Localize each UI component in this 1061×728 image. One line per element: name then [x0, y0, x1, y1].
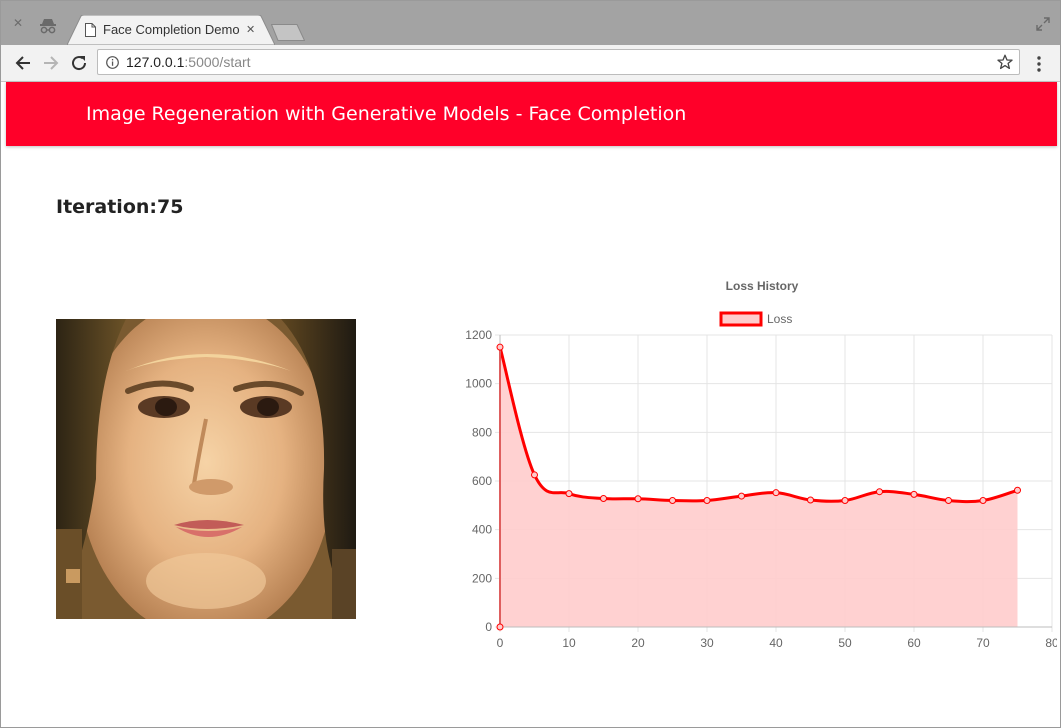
iteration-value: 75 — [157, 196, 184, 218]
forward-icon[interactable] — [41, 53, 61, 73]
loss-data-point — [669, 496, 676, 504]
loss-data-point — [1014, 486, 1021, 494]
x-tick-label: 10 — [562, 636, 576, 650]
loss-data-point — [876, 488, 883, 496]
title-bar: ✕ Face Completion Demo ✕ — [1, 1, 1060, 45]
url-host: 127.0.0.1 — [126, 54, 185, 70]
loss-history-chart: 01020304050607080020040060080010001200Lo… — [465, 279, 1057, 650]
iteration-counter: Iteration:75 — [56, 196, 183, 218]
url-text[interactable]: 127.0.0.1:5000/start — [126, 54, 251, 70]
y-tick-label: 200 — [472, 571, 492, 585]
loss-data-point — [945, 496, 952, 504]
new-tab-button[interactable] — [271, 24, 305, 41]
loss-data-point — [703, 496, 711, 504]
x-tick-label: 30 — [700, 636, 714, 650]
tab-face-completion[interactable]: Face Completion Demo ✕ — [67, 15, 275, 45]
page-content: Image Regeneration with Generative Model… — [6, 82, 1057, 726]
menu-icon[interactable] — [1034, 55, 1044, 73]
x-tick-label: 50 — [838, 636, 852, 650]
browser-toolbar: 127.0.0.1:5000/start — [1, 45, 1060, 82]
tab-title: Face Completion Demo — [103, 22, 240, 37]
y-tick-label: 1200 — [465, 328, 492, 342]
reload-icon[interactable] — [69, 53, 89, 73]
loss-area-fill — [500, 347, 1018, 627]
incognito-icon — [40, 19, 56, 34]
restore-icon[interactable] — [1036, 17, 1050, 31]
app-header: Image Regeneration with Generative Model… — [6, 82, 1057, 146]
page-title: Image Regeneration with Generative Model… — [86, 103, 687, 125]
chart-title: Loss History — [726, 279, 799, 293]
y-tick-label: 600 — [472, 474, 492, 488]
loss-data-point — [979, 496, 987, 504]
close-icon[interactable]: ✕ — [13, 17, 23, 29]
loss-data-point — [738, 492, 745, 500]
x-tick-label: 40 — [769, 636, 783, 650]
url-path: :5000/start — [184, 54, 251, 70]
loss-data-point — [910, 490, 918, 498]
browser-window: ✕ Face Completion Demo ✕ 127.0.0.1:5000/… — [0, 0, 1061, 728]
legend-swatch — [719, 311, 763, 327]
loss-line — [498, 346, 1018, 504]
y-tick-label: 1000 — [465, 377, 492, 391]
loss-data-point — [772, 489, 780, 497]
x-tick-label: 20 — [631, 636, 645, 650]
page-icon — [85, 23, 96, 37]
x-tick-label: 60 — [907, 636, 921, 650]
star-icon[interactable] — [997, 54, 1013, 70]
x-tick-label: 0 — [497, 636, 504, 650]
loss-data-point — [531, 471, 538, 479]
y-tick-label: 800 — [472, 425, 492, 439]
loss-origin-point — [496, 623, 504, 631]
x-tick-label: 80 — [1045, 636, 1057, 650]
loss-data-point — [565, 490, 573, 498]
loss-data-point — [496, 343, 504, 351]
loss-data-point — [807, 496, 814, 504]
back-icon[interactable] — [13, 53, 33, 73]
face-image — [56, 319, 356, 619]
tab-close-icon[interactable]: ✕ — [246, 24, 255, 35]
x-tick-label: 70 — [976, 636, 990, 650]
info-icon[interactable] — [106, 56, 119, 69]
legend-label: Loss — [767, 312, 792, 326]
iteration-label: Iteration: — [56, 196, 158, 218]
y-tick-label: 400 — [472, 523, 492, 537]
loss-data-point — [634, 495, 642, 503]
y-tick-label: 0 — [485, 620, 492, 634]
address-bar[interactable]: 127.0.0.1:5000/start — [97, 49, 1020, 75]
loss-data-point — [600, 495, 607, 503]
loss-data-point — [841, 496, 849, 504]
